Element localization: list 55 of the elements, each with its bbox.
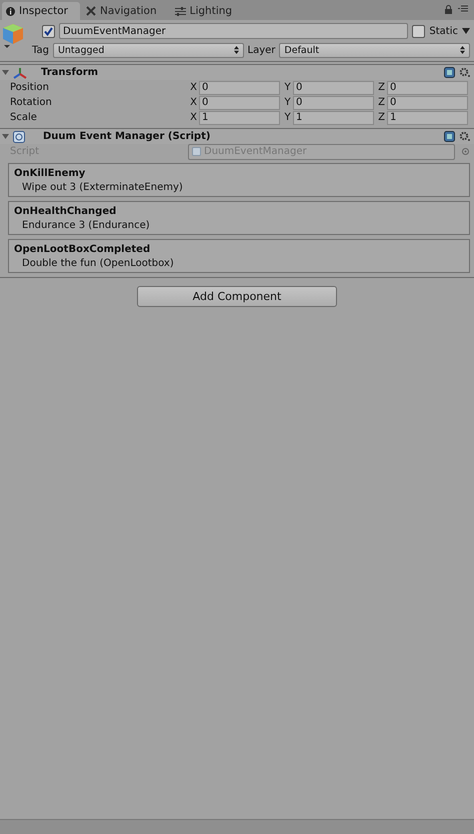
axis-label: Y	[283, 82, 292, 93]
axis-label: X	[189, 112, 198, 123]
property-label: Rotation	[10, 97, 53, 108]
axes-icon	[13, 66, 27, 78]
property-label: Scale	[10, 112, 38, 123]
active-checkbox[interactable]	[42, 24, 55, 38]
dropdown-arrow-icon[interactable]	[462, 28, 470, 34]
event-name: OnKillEnemy	[14, 168, 86, 178]
tag-label: Tag	[32, 44, 49, 56]
layer-dropdown[interactable]: Default	[279, 42, 470, 58]
sliders-icon	[174, 6, 186, 16]
name-field[interactable]: DuumEventManager	[59, 23, 408, 39]
inspector-tab[interactable]: Lighting	[170, 2, 244, 20]
info-icon	[6, 6, 15, 16]
component-title: Transform	[41, 67, 100, 78]
script-icon	[13, 130, 25, 142]
event-handler: Wipe out 3 (ExterminateEnemy)	[21, 182, 184, 192]
add-component-button[interactable]: Add Component	[137, 286, 337, 307]
lock-icon[interactable]	[445, 5, 452, 14]
number-field[interactable]: 1	[199, 110, 280, 124]
cross-arrows-icon	[86, 6, 96, 16]
number-field[interactable]: 1	[293, 110, 374, 124]
static-label: Static	[429, 26, 458, 36]
menu-icon[interactable]	[458, 5, 468, 12]
number-field[interactable]: 0	[199, 96, 280, 110]
number-field[interactable]: 0	[293, 80, 374, 94]
number-field[interactable]: 0	[387, 80, 468, 94]
expanded-triangle-icon[interactable]	[2, 69, 9, 76]
event-handler: Double the fun (OpenLootbox)	[21, 258, 175, 268]
axis-label: Y	[283, 97, 292, 108]
axis-label: Z	[377, 82, 386, 93]
number-field[interactable]: 0	[199, 80, 280, 94]
number-field[interactable]: 0	[387, 96, 468, 110]
property-label: Position	[10, 82, 50, 93]
number-field[interactable]: 1	[387, 110, 468, 124]
static-checkbox[interactable]	[412, 24, 426, 38]
event-handler: Endurance 3 (Endurance)	[21, 220, 151, 230]
number-field[interactable]: 0	[293, 96, 374, 110]
axis-label: X	[189, 82, 198, 93]
axis-label: Z	[377, 112, 386, 123]
event-name: OnHealthChanged	[14, 206, 118, 216]
axis-label: Y	[283, 112, 292, 123]
layer-label: Layer	[248, 44, 276, 56]
script-icon	[192, 147, 201, 156]
component-title: Duum Event Manager (Script)	[43, 131, 212, 142]
settings-icon[interactable]	[459, 131, 470, 142]
inspector-tab[interactable]: Inspector	[2, 2, 80, 20]
up-down-arrows-icon	[460, 46, 466, 54]
axis-label: Z	[377, 97, 386, 108]
up-down-arrows-icon	[234, 46, 239, 54]
axis-label: X	[189, 97, 198, 108]
tag-dropdown[interactable]: Untagged	[52, 42, 244, 58]
inspector-tab[interactable]: Navigation	[82, 2, 169, 20]
settings-icon[interactable]	[459, 67, 470, 78]
event-name: OpenLootBoxCompleted	[14, 244, 152, 254]
